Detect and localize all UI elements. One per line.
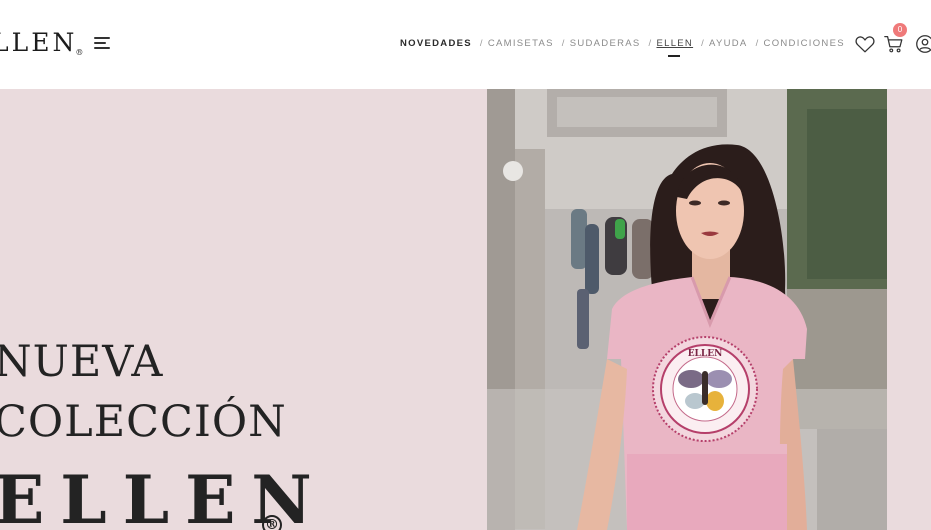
menu-icon[interactable] bbox=[94, 37, 112, 51]
hero-model-photo: ELLEN bbox=[487, 89, 887, 530]
hero-line-nueva: NUEVA bbox=[0, 337, 164, 387]
brand-logo-text: LLEN bbox=[0, 28, 78, 57]
nav-separator: / bbox=[755, 38, 760, 49]
nav-item-ellen[interactable]: ELLEN bbox=[656, 38, 693, 57]
heart-icon[interactable] bbox=[854, 33, 876, 55]
nav-item-novedades[interactable]: NOVEDADES bbox=[400, 38, 472, 49]
main-navigation: NOVEDADES / CAMISETAS / SUDADERAS / ELLE… bbox=[400, 38, 845, 57]
nav-item-ayuda[interactable]: AYUDA bbox=[709, 38, 748, 49]
nav-item-camisetas[interactable]: CAMISETAS bbox=[488, 38, 554, 49]
shirt-print-brand: ELLEN bbox=[688, 349, 723, 359]
site-header: LLEN® NOVEDADES / CAMISETAS / SUDADERAS … bbox=[0, 0, 931, 89]
brand-logo[interactable]: LLEN® bbox=[0, 28, 86, 68]
nav-item-sudaderas[interactable]: SUDADERAS bbox=[570, 38, 641, 49]
nav-item-condiciones[interactable]: CONDICIONES bbox=[764, 38, 845, 49]
nav-separator: / bbox=[561, 38, 566, 49]
hero-right-strip bbox=[887, 89, 931, 530]
brand-logo-registered-mark: ® bbox=[75, 48, 87, 57]
hero-registered-mark: ® bbox=[262, 515, 282, 530]
nav-separator: / bbox=[479, 38, 484, 49]
hero-line-coleccion: COLECCIÓN bbox=[0, 397, 287, 447]
nav-separator: / bbox=[701, 38, 706, 49]
model-photo-illustration: ELLEN bbox=[487, 89, 887, 530]
nav-separator: / bbox=[648, 38, 653, 49]
user-icon[interactable] bbox=[914, 33, 931, 55]
cart-count-badge: 0 bbox=[893, 23, 907, 37]
hero-banner: NUEVA COLECCIÓN ELLEN ® ELLEN bbox=[0, 89, 931, 530]
